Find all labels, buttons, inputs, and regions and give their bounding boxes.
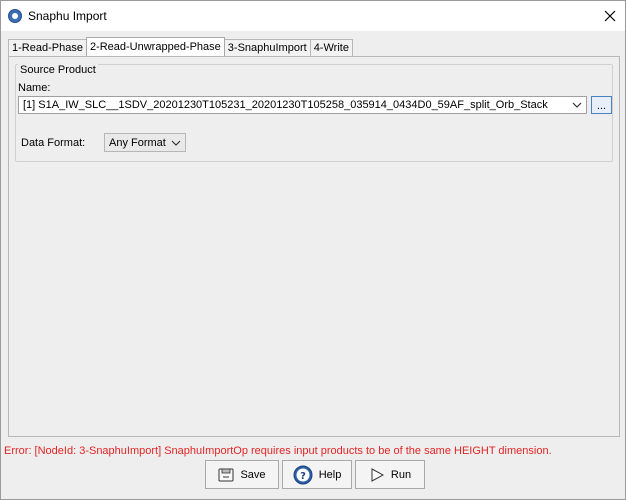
source-product-title: Source Product [18, 64, 98, 76]
tab-read-phase[interactable]: 1-Read-Phase [8, 39, 87, 56]
chevron-down-icon [572, 102, 582, 108]
save-button[interactable]: Save [205, 460, 279, 489]
help-label: Help [318, 468, 342, 481]
data-format-dropdown[interactable]: Any Format [104, 133, 186, 152]
tab-panel: Source Product Name: [1] S1A_IW_SLC__1SD… [8, 56, 620, 437]
help-icon: ? [293, 465, 313, 484]
save-label: Save [240, 468, 266, 481]
tab-write[interactable]: 4-Write [309, 39, 353, 56]
source-product-dropdown[interactable]: [1] S1A_IW_SLC__1SDV_20201230T105231_202… [18, 96, 587, 114]
close-icon [604, 10, 616, 22]
tab-snaphu-import[interactable]: 3-SnaphuImport [223, 39, 311, 56]
run-button[interactable]: Run [355, 460, 425, 489]
source-product-value: [1] S1A_IW_SLC__1SDV_20201230T105231_202… [23, 99, 548, 111]
save-icon [218, 468, 234, 481]
snaphu-import-window: Snaphu Import 1-Read-Phase 2-Read-Unwrap… [0, 0, 626, 500]
run-icon [371, 467, 384, 482]
error-message: Error: [NodeId: 3-SnaphuImport] SnaphuIm… [4, 445, 552, 457]
name-label: Name: [18, 82, 51, 94]
help-button[interactable]: ? Help [282, 460, 352, 489]
tab-read-unwrapped-phase[interactable]: 2-Read-Unwrapped-Phase [85, 37, 225, 56]
data-format-label: Data Format: [21, 137, 86, 149]
source-product-group: Source Product Name: [1] S1A_IW_SLC__1SD… [15, 64, 613, 162]
svg-text:?: ? [300, 471, 306, 482]
browse-product-button[interactable]: ... [591, 96, 612, 114]
window-title: Snaphu Import [28, 9, 107, 23]
close-button[interactable] [599, 5, 621, 27]
data-format-value: Any Format [109, 136, 166, 149]
chevron-down-icon [171, 140, 181, 146]
app-icon [8, 9, 22, 23]
title-bar: Snaphu Import [1, 1, 625, 31]
run-label: Run [390, 468, 412, 481]
tab-strip: 1-Read-Phase 2-Read-Unwrapped-Phase 3-Sn… [8, 37, 353, 56]
